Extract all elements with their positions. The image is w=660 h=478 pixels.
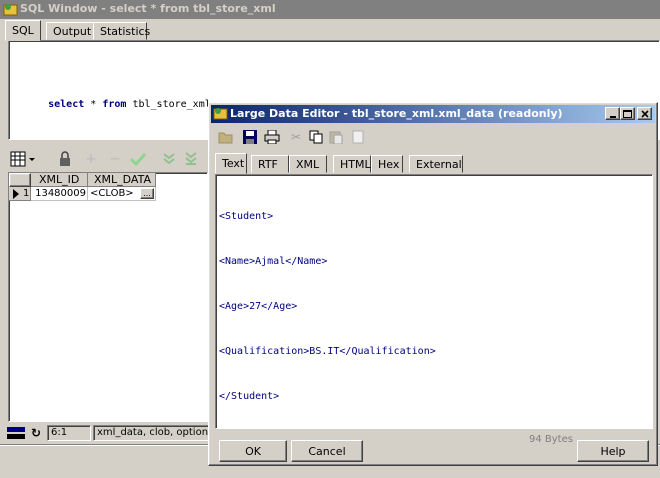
- tab-statistics[interactable]: Statistics: [93, 22, 150, 40]
- tab-hex[interactable]: Hex: [371, 155, 403, 173]
- grid-menu-icon[interactable]: [10, 150, 36, 168]
- save-icon[interactable]: [241, 128, 259, 146]
- result-grid[interactable]: XML_ID XML_DATA 1 13480009 <CLOB> ...: [8, 172, 208, 422]
- minimize-button[interactable]: [605, 107, 620, 120]
- ok-button[interactable]: OK: [219, 440, 287, 462]
- fetch-last-icon[interactable]: [182, 150, 200, 168]
- editor-text-area[interactable]: <Student> <Name>Ajmal</Name> <Age>27</Ag…: [215, 174, 653, 429]
- copy-icon[interactable]: [307, 128, 325, 146]
- fetch-next-icon[interactable]: [160, 150, 178, 168]
- sql-keyword-from: from: [102, 99, 127, 110]
- sql-table-name: tbl_store_xml: [132, 99, 211, 110]
- xml-line: </Student>: [219, 391, 280, 402]
- close-icon: [640, 109, 649, 118]
- table-row[interactable]: 1 13480009 <CLOB> ...: [9, 187, 207, 201]
- maximize-icon: [623, 109, 632, 118]
- sql-star: *: [90, 99, 97, 110]
- add-record-icon[interactable]: +: [82, 150, 100, 168]
- field-info: xml_data, clob, optional: [93, 425, 213, 441]
- post-record-icon[interactable]: [128, 150, 148, 168]
- sql-window-title: SQL Window - select * from tbl_store_xml: [20, 2, 276, 15]
- open-file-icon[interactable]: [217, 128, 235, 146]
- sql-query-text: select * from tbl_store_xml: [12, 88, 211, 121]
- open-editor-button[interactable]: ...: [140, 188, 154, 199]
- cancel-button[interactable]: Cancel: [291, 440, 363, 462]
- lock-icon[interactable]: [56, 150, 74, 168]
- delete-record-icon[interactable]: −: [106, 150, 124, 168]
- clear-icon[interactable]: [349, 128, 367, 146]
- xml-line: <Age>27</Age>: [219, 301, 298, 312]
- minimize-icon: [609, 115, 616, 118]
- cut-icon[interactable]: ✂: [287, 128, 305, 146]
- editor-title: Large Data Editor - tbl_store_xml.xml_da…: [230, 107, 563, 120]
- row-number: 1: [23, 188, 30, 199]
- refresh-icon[interactable]: ↻: [29, 426, 43, 440]
- status-color-icon: [7, 426, 25, 440]
- editor-app-icon: [213, 106, 228, 121]
- large-data-editor-dialog: Large Data Editor - tbl_store_xml.xml_da…: [208, 102, 658, 466]
- print-icon[interactable]: [263, 128, 281, 146]
- row-indicator: 1: [9, 187, 31, 201]
- tab-xml[interactable]: XML: [289, 155, 327, 173]
- current-row-arrow-icon: [13, 189, 19, 199]
- editor-titlebar[interactable]: Large Data Editor - tbl_store_xml.xml_da…: [211, 105, 655, 123]
- sql-window-app-icon: [3, 2, 18, 17]
- grid-header-row: XML_ID XML_DATA: [9, 173, 207, 187]
- grid-corner: [9, 173, 31, 187]
- editor-tabbar: Text RTF XML HTML Hex External: [213, 153, 653, 175]
- tab-external[interactable]: External: [409, 155, 463, 173]
- sql-window-tabbar: SQL Output Statistics: [5, 20, 305, 42]
- sql-keyword-select: select: [48, 99, 85, 110]
- tab-text[interactable]: Text: [215, 153, 247, 174]
- cursor-position: 6:1: [47, 425, 91, 441]
- xml-line: <Name>Ajmal</Name>: [219, 256, 328, 267]
- close-button[interactable]: [637, 107, 652, 120]
- cell-xml-data-value: <CLOB>: [90, 188, 134, 199]
- help-button[interactable]: Help: [577, 440, 649, 462]
- xml-content: <Student> <Name>Ajmal</Name> <Age>27</Ag…: [219, 179, 436, 434]
- grid-header-xml-data[interactable]: XML_DATA: [88, 173, 156, 187]
- paste-icon[interactable]: [327, 128, 345, 146]
- cancel-button-label: Cancel: [308, 444, 346, 458]
- tab-html[interactable]: HTML: [333, 155, 371, 173]
- cell-xml-data[interactable]: <CLOB> ...: [88, 187, 156, 201]
- maximize-button[interactable]: [620, 107, 635, 120]
- tab-sql[interactable]: SQL: [5, 20, 41, 41]
- ok-button-label: OK: [245, 444, 261, 458]
- sql-window-titlebar[interactable]: SQL Window - select * from tbl_store_xml: [0, 0, 660, 19]
- data-size-label: 94 Bytes: [529, 434, 573, 445]
- tab-rtf[interactable]: RTF: [251, 155, 289, 173]
- help-button-label: Help: [600, 444, 626, 458]
- grid-header-xml-id[interactable]: XML_ID: [31, 173, 88, 187]
- xml-line: <Qualification>BS.IT</Qualification>: [219, 346, 436, 357]
- editor-toolbar: ✂: [213, 125, 653, 149]
- tab-output[interactable]: Output: [46, 22, 94, 40]
- xml-line: <Student>: [219, 211, 274, 222]
- cell-xml-id[interactable]: 13480009: [31, 187, 88, 201]
